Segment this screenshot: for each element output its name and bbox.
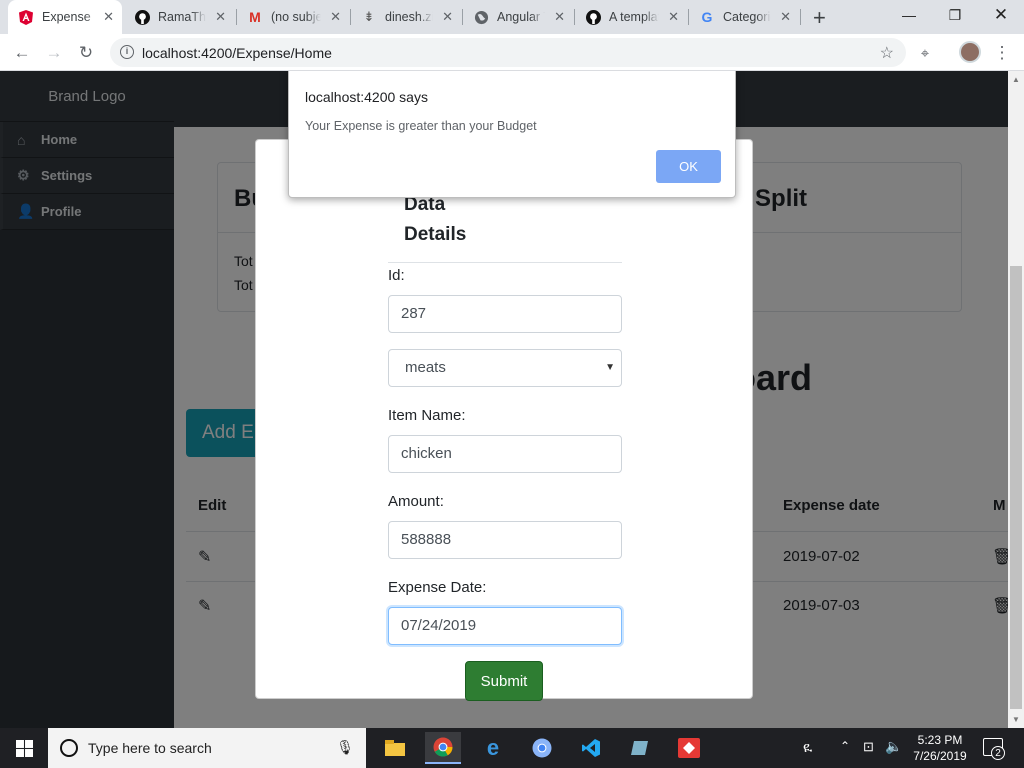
item-name-field[interactable]: chicken bbox=[388, 435, 622, 473]
close-tab-icon[interactable]: ✕ bbox=[442, 9, 453, 25]
volume-icon[interactable]: 🔈 bbox=[885, 738, 902, 755]
page-viewport: Brand Logo ⌂ Home ⚙ Settings 👤 Profile B… bbox=[0, 71, 1008, 728]
clock-time: 5:23 PM bbox=[917, 733, 963, 747]
expense-modal: Data Details Id: 287 meats ▼ Item Name: … bbox=[255, 139, 753, 701]
windows-start-button[interactable] bbox=[0, 728, 48, 768]
scroll-up-icon[interactable]: ▲ bbox=[1012, 75, 1020, 84]
edge-icon[interactable]: e bbox=[475, 732, 511, 764]
avatar[interactable] bbox=[959, 41, 981, 63]
scroll-thumb[interactable] bbox=[1010, 266, 1022, 709]
star-icon[interactable]: ☆ bbox=[880, 43, 894, 63]
modal-title: Data Details bbox=[404, 190, 524, 250]
page-scrollbar[interactable]: ▲ ▼ bbox=[1008, 71, 1024, 728]
extension-icon[interactable]: ⌖ bbox=[913, 41, 937, 65]
tab-gmail[interactable]: M (no subject) ✕ bbox=[237, 0, 349, 34]
divider bbox=[388, 262, 622, 263]
submit-button[interactable]: Submit bbox=[465, 661, 543, 701]
id-field[interactable]: 287 bbox=[388, 295, 622, 333]
close-tab-icon[interactable]: ✕ bbox=[554, 9, 565, 25]
category-select[interactable]: meats ▼ bbox=[388, 349, 622, 387]
id-label: Id: bbox=[388, 267, 405, 284]
tab-categories[interactable]: G Categories ✕ bbox=[689, 0, 799, 34]
alert-dialog: localhost:4200 says Your Expense is grea… bbox=[288, 71, 736, 198]
tab-dinesh-zip[interactable]: ⇟ dinesh.zip ✕ bbox=[351, 0, 461, 34]
people-icon[interactable]: ዪ bbox=[803, 739, 812, 756]
info-icon[interactable]: i bbox=[120, 45, 134, 59]
gmail-icon: M bbox=[249, 9, 261, 25]
tab-angular-tutorial[interactable]: Angular Tutorial ✕ bbox=[463, 0, 573, 34]
expense-date-label: Expense Date: bbox=[388, 579, 487, 596]
close-tab-icon[interactable]: ✕ bbox=[780, 9, 791, 25]
notification-badge: 2 bbox=[991, 746, 1005, 760]
globe-icon bbox=[473, 9, 489, 25]
url-text: localhost:4200/Expense/Home bbox=[142, 45, 332, 61]
amount-label: Amount: bbox=[388, 493, 444, 510]
notepad-icon[interactable] bbox=[622, 732, 658, 764]
file-explorer-icon[interactable] bbox=[377, 732, 413, 764]
tab-title: A template bbox=[609, 10, 659, 24]
microphone-icon[interactable]: 🎙 bbox=[336, 739, 354, 756]
vscode-icon[interactable] bbox=[573, 732, 609, 764]
github-icon bbox=[134, 9, 150, 25]
window-close-button[interactable]: ✕ bbox=[978, 0, 1024, 30]
git-icon[interactable] bbox=[671, 732, 707, 764]
close-tab-icon[interactable]: ✕ bbox=[668, 9, 679, 25]
tab-title: Categories bbox=[723, 10, 771, 24]
google-icon: G bbox=[701, 9, 713, 25]
tab-title: dinesh.zip bbox=[385, 10, 433, 24]
alert-message: Your Expense is greater than your Budget bbox=[305, 119, 537, 133]
cortana-icon bbox=[60, 739, 78, 757]
modal-title-line: Details bbox=[404, 224, 467, 245]
address-bar[interactable]: i localhost:4200/Expense/Home ☆ bbox=[110, 38, 906, 67]
tab-separator bbox=[800, 9, 801, 25]
chrome-canary-icon[interactable] bbox=[524, 732, 560, 764]
tab-title: Expense bbox=[42, 10, 91, 24]
tab-github-template[interactable]: A template ✕ bbox=[575, 0, 687, 34]
tab-expense[interactable]: Expense ✕ bbox=[8, 0, 122, 34]
expense-date-field[interactable]: 07/24/2019 bbox=[388, 607, 622, 645]
new-tab-button[interactable]: + bbox=[813, 5, 826, 31]
search-placeholder: Type here to search bbox=[88, 740, 212, 756]
scroll-down-icon[interactable]: ▼ bbox=[1012, 715, 1020, 724]
taskbar-search[interactable]: Type here to search 🎙 bbox=[48, 728, 366, 768]
clock-date: 7/26/2019 bbox=[913, 749, 967, 763]
forward-arrow-icon[interactable]: → bbox=[42, 41, 66, 65]
tab-github-ramatheja[interactable]: RamaTheja ✕ bbox=[124, 0, 234, 34]
download-icon: ⇟ bbox=[363, 9, 375, 24]
restore-button[interactable]: ❐ bbox=[932, 0, 978, 30]
system-clock[interactable]: 5:23 PM 7/26/2019 bbox=[910, 732, 970, 764]
close-tab-icon[interactable]: ✕ bbox=[215, 9, 226, 25]
ok-button[interactable]: OK bbox=[656, 150, 721, 183]
tab-title: Angular Tutorial bbox=[497, 10, 545, 24]
amount-field[interactable]: 588888 bbox=[388, 521, 622, 559]
menu-dots-icon[interactable]: ⋮ bbox=[990, 41, 1014, 65]
github-icon bbox=[585, 9, 601, 25]
browser-tab-bar: Expense ✕ RamaTheja ✕ M (no subject) ✕ ⇟… bbox=[0, 0, 1024, 34]
tab-title: (no subject) bbox=[271, 10, 321, 24]
browser-toolbar: ← → ↻ i localhost:4200/Expense/Home ☆ ⌖ … bbox=[0, 34, 1024, 71]
close-tab-icon[interactable]: ✕ bbox=[103, 9, 114, 25]
windows-taskbar: Type here to search 🎙 e ዪ ⌃ ⊡ 🔈 5:23 PM … bbox=[0, 728, 1024, 768]
chrome-icon[interactable] bbox=[425, 732, 461, 764]
dropdown-arrow-icon: ▼ bbox=[605, 362, 615, 373]
minimize-button[interactable]: — bbox=[886, 0, 932, 30]
tab-title: RamaTheja bbox=[158, 10, 206, 24]
network-icon[interactable]: ⊡ bbox=[863, 739, 874, 755]
category-value: meats bbox=[405, 359, 446, 376]
back-arrow-icon[interactable]: ← bbox=[10, 41, 34, 65]
item-name-label: Item Name: bbox=[388, 407, 466, 424]
angular-icon bbox=[18, 9, 34, 25]
alert-title: localhost:4200 says bbox=[305, 89, 428, 105]
chevron-up-icon[interactable]: ⌃ bbox=[840, 739, 850, 753]
close-tab-icon[interactable]: ✕ bbox=[330, 9, 341, 25]
windows-logo-icon bbox=[15, 739, 33, 757]
reload-icon[interactable]: ↻ bbox=[74, 41, 98, 65]
